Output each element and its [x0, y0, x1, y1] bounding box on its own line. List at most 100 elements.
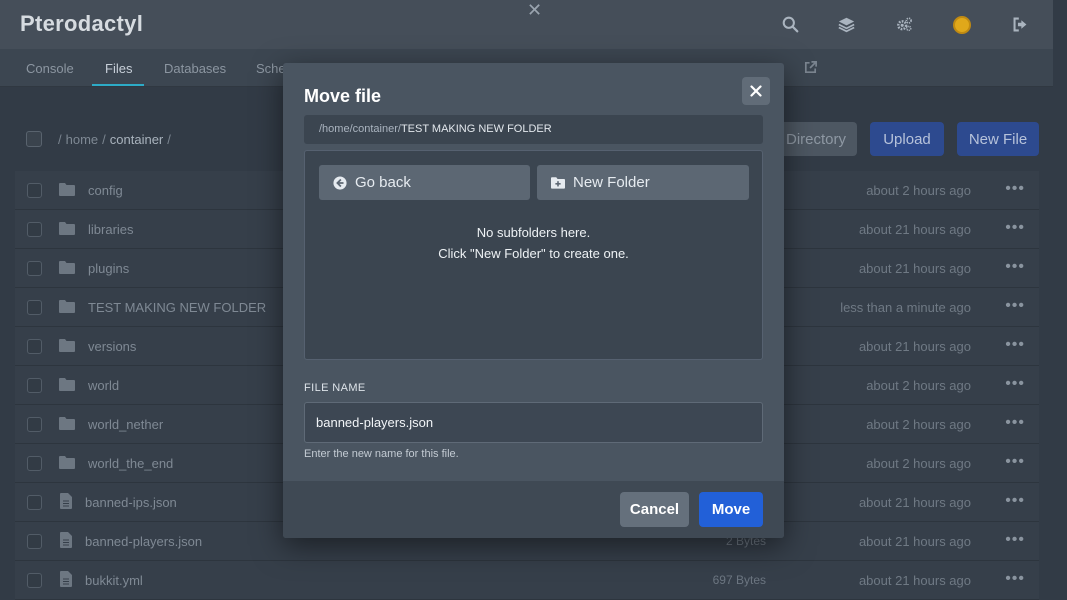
- file-name[interactable]: banned-players.json: [85, 534, 202, 549]
- cogs-icon[interactable]: [893, 14, 915, 34]
- sign-out-icon[interactable]: [1010, 14, 1030, 34]
- folder-icon: [59, 338, 75, 354]
- new-folder-label: New Folder: [573, 174, 650, 191]
- file-name[interactable]: versions: [88, 339, 136, 354]
- file-name[interactable]: banned-ips.json: [85, 495, 177, 510]
- row-checkbox[interactable]: [27, 300, 42, 315]
- file-name-help: Enter the new name for this file.: [304, 448, 459, 460]
- file-modified-time: about 21 hours ago: [858, 573, 971, 588]
- upload-button[interactable]: Upload: [870, 122, 944, 156]
- avatar[interactable]: [953, 16, 971, 34]
- file-name[interactable]: libraries: [88, 222, 134, 237]
- new-file-button[interactable]: New File: [957, 122, 1039, 156]
- breadcrumb-container[interactable]: container: [110, 132, 163, 147]
- create-directory-button[interactable]: Directory: [775, 122, 857, 156]
- file-row[interactable]: bukkit.yml 697 Bytes about 21 hours ago •••: [15, 561, 1039, 600]
- file-name[interactable]: bukkit.yml: [85, 573, 143, 588]
- active-tab-indicator: [92, 84, 144, 86]
- file-modified-time: about 2 hours ago: [866, 183, 971, 198]
- row-checkbox[interactable]: [27, 456, 42, 471]
- row-checkbox[interactable]: [27, 261, 42, 276]
- file-name-input[interactable]: [304, 402, 763, 443]
- breadcrumb-separator: /: [167, 131, 171, 147]
- breadcrumb-home[interactable]: home: [66, 132, 99, 147]
- row-checkbox[interactable]: [27, 417, 42, 432]
- row-menu-button[interactable]: •••: [1005, 492, 1025, 510]
- row-menu-button[interactable]: •••: [1005, 531, 1025, 549]
- select-all-checkbox[interactable]: [26, 131, 42, 147]
- empty-folder-message: No subfolders here. Click "New Folder" t…: [305, 222, 762, 264]
- empty-message-line-1: No subfolders here.: [476, 225, 591, 240]
- folder-icon: [59, 221, 75, 237]
- row-checkbox[interactable]: [27, 183, 42, 198]
- tab-schedules[interactable]: Sche: [256, 61, 286, 76]
- breadcrumb-separator: /: [102, 131, 106, 147]
- folder-icon: [59, 260, 75, 276]
- breadcrumb: / home / container /: [26, 131, 171, 147]
- row-menu-button[interactable]: •••: [1005, 180, 1025, 198]
- external-link-icon[interactable]: [803, 60, 818, 75]
- row-menu-button[interactable]: •••: [1005, 297, 1025, 315]
- layers-icon[interactable]: [836, 14, 856, 34]
- modal-close-button[interactable]: [742, 77, 770, 105]
- close-icon: [750, 85, 762, 97]
- file-name-label: FILE NAME: [304, 382, 366, 394]
- folder-icon: [59, 299, 75, 315]
- file-modified-time: about 2 hours ago: [866, 417, 971, 432]
- row-menu-button[interactable]: •••: [1005, 219, 1025, 237]
- path-prefix[interactable]: /home/container/: [319, 123, 401, 135]
- file-modified-time: about 21 hours ago: [858, 222, 971, 237]
- file-icon: [60, 532, 76, 548]
- brand-logo[interactable]: Pterodactyl: [20, 11, 143, 37]
- file-icon: [60, 493, 76, 509]
- row-checkbox[interactable]: [27, 222, 42, 237]
- row-menu-button[interactable]: •••: [1005, 375, 1025, 393]
- new-folder-button[interactable]: New Folder: [537, 165, 749, 200]
- file-modified-time: less than a minute ago: [840, 300, 971, 315]
- file-modified-time: about 21 hours ago: [858, 495, 971, 510]
- row-menu-button[interactable]: •••: [1005, 336, 1025, 354]
- row-checkbox[interactable]: [27, 534, 42, 549]
- move-button[interactable]: Move: [699, 492, 763, 527]
- move-file-modal: Move file /home/container/TEST MAKING NE…: [283, 63, 784, 538]
- file-modified-time: about 2 hours ago: [866, 456, 971, 471]
- search-icon[interactable]: [780, 14, 800, 34]
- row-checkbox[interactable]: [27, 378, 42, 393]
- arrow-circle-left-icon: [333, 175, 347, 190]
- file-modified-time: about 21 hours ago: [858, 534, 971, 549]
- row-menu-button[interactable]: •••: [1005, 258, 1025, 276]
- file-name[interactable]: world: [88, 378, 119, 393]
- go-back-label: Go back: [355, 174, 411, 191]
- tab-files[interactable]: Files: [105, 61, 132, 76]
- path-current: TEST MAKING NEW FOLDER: [400, 123, 552, 135]
- folder-browser: Go back New Folder No subfolders here. C…: [304, 150, 763, 360]
- file-icon: [60, 571, 76, 587]
- file-modified-time: about 21 hours ago: [858, 339, 971, 354]
- folder-icon: [59, 416, 75, 432]
- tab-console[interactable]: Console: [26, 61, 74, 76]
- row-menu-button[interactable]: •••: [1005, 414, 1025, 432]
- file-name[interactable]: world_the_end: [88, 456, 173, 471]
- file-name[interactable]: plugins: [88, 261, 129, 276]
- row-checkbox[interactable]: [27, 339, 42, 354]
- file-name[interactable]: config: [88, 183, 123, 198]
- tab-databases[interactable]: Databases: [164, 61, 226, 76]
- current-path-bar: /home/container/TEST MAKING NEW FOLDER: [304, 115, 763, 144]
- file-modified-time: about 2 hours ago: [866, 378, 971, 393]
- file-size: 697 Bytes: [712, 573, 766, 587]
- cancel-button[interactable]: Cancel: [620, 492, 689, 527]
- file-name[interactable]: world_nether: [88, 417, 163, 432]
- row-checkbox[interactable]: [27, 573, 42, 588]
- breadcrumb-separator: /: [58, 131, 62, 147]
- row-checkbox[interactable]: [27, 495, 42, 510]
- folder-icon: [59, 455, 75, 471]
- modal-title: Move file: [304, 86, 382, 106]
- file-modified-time: about 21 hours ago: [858, 261, 971, 276]
- go-back-button[interactable]: Go back: [319, 165, 530, 200]
- empty-message-line-2: Click "New Folder" to create one.: [438, 246, 629, 261]
- row-menu-button[interactable]: •••: [1005, 453, 1025, 471]
- file-name[interactable]: TEST MAKING NEW FOLDER: [88, 300, 266, 315]
- close-icon[interactable]: ✕: [527, 0, 542, 21]
- modal-footer: Cancel Move: [283, 481, 784, 538]
- row-menu-button[interactable]: •••: [1005, 570, 1025, 588]
